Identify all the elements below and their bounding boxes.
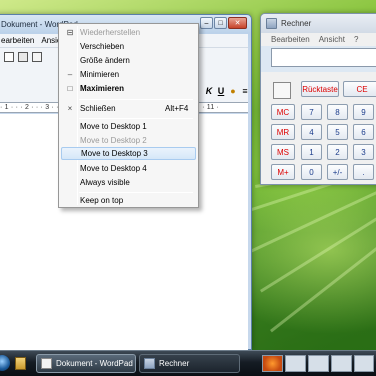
digit-2-button[interactable]: 2 — [327, 144, 348, 160]
menu-item-resize[interactable]: Größe ändern — [61, 54, 196, 67]
menu-help[interactable]: ? — [354, 35, 358, 44]
maximize-button[interactable]: □ — [214, 17, 227, 29]
minimize-icon: – — [67, 70, 73, 79]
taskbar-button-label: Dokument - WordPad — [56, 359, 133, 368]
desktop-thumbnail-2[interactable] — [308, 355, 329, 372]
menu-ansicht[interactable]: Ansicht — [319, 35, 345, 44]
underline-button[interactable]: U — [216, 86, 226, 96]
taskbar-button-label: Rechner — [159, 359, 190, 368]
align-left-icon[interactable]: ≡ — [240, 86, 250, 96]
taskbar: Dokument - WordPad Rechner — [0, 350, 376, 376]
firefox-icon[interactable] — [262, 355, 283, 372]
mplus-button[interactable]: M+ — [271, 164, 295, 180]
mr-button[interactable]: MR — [271, 124, 295, 140]
menu-bearbeiten[interactable]: Bearbeiten — [271, 35, 310, 44]
calculator-icon — [144, 358, 155, 369]
minimize-icon: – — [204, 19, 209, 27]
digit-5-button[interactable]: 5 — [327, 124, 348, 140]
underline-label: U — [217, 86, 225, 96]
digit-3-button[interactable]: 3 — [353, 144, 374, 160]
menu-separator — [79, 99, 193, 100]
calculator-keypad: Rücktaste CE MC 7 8 9 MR 4 5 6 MS 1 2 3 … — [261, 72, 376, 184]
menu-item-label: Keep on top — [80, 196, 124, 205]
digit-4-button[interactable]: 4 — [301, 124, 322, 140]
folder-icon[interactable] — [15, 357, 26, 370]
desktop-thumbnail-1[interactable] — [285, 355, 306, 372]
backspace-button[interactable]: Rücktaste — [301, 81, 339, 97]
print-icon[interactable] — [18, 52, 28, 62]
menu-item-always-visible[interactable]: Always visible — [61, 176, 196, 189]
menu-item-label: Schließen — [80, 104, 116, 113]
maximize-icon: □ — [67, 84, 73, 93]
decimal-button[interactable]: . — [353, 164, 374, 180]
wordpad-caption-buttons: – □ ✕ — [200, 17, 247, 29]
menu-item-label: Move to Desktop 1 — [80, 122, 147, 131]
menu-item-desktop-2[interactable]: Move to Desktop 2 — [61, 134, 196, 147]
calculator-title: Rechner — [281, 19, 312, 28]
menu-item-label: Verschieben — [80, 42, 125, 51]
menu-item-label: Größe ändern — [80, 56, 130, 65]
close-button[interactable]: ✕ — [228, 17, 247, 29]
start-button[interactable] — [0, 355, 10, 371]
italic-button[interactable]: K — [204, 86, 214, 96]
menu-separator — [79, 192, 193, 193]
close-icon: ✕ — [234, 19, 241, 27]
menu-item-label: Always visible — [80, 178, 130, 187]
menu-item-label: Move to Desktop 2 — [80, 136, 147, 145]
menu-item-label: Maximieren — [80, 84, 125, 93]
menu-item-restore[interactable]: ⊟ Wiederherstellen — [61, 26, 196, 39]
menu-item-label: Move to Desktop 4 — [80, 164, 147, 173]
digit-6-button[interactable]: 6 — [353, 124, 374, 140]
taskbar-button-wordpad[interactable]: Dokument - WordPad — [36, 354, 136, 373]
color-icon[interactable]: ● — [228, 86, 238, 96]
minimize-button[interactable]: – — [200, 17, 213, 29]
calculator-icon — [266, 18, 277, 29]
menu-item-shortcut: Alt+F4 — [165, 104, 189, 113]
digit-0-button[interactable]: 0 — [301, 164, 322, 180]
italic-label: K — [205, 86, 213, 96]
calculator-window[interactable]: Rechner Bearbeiten Ansicht ? Rücktaste C… — [260, 13, 376, 185]
menu-item-label: Wiederherstellen — [80, 28, 141, 37]
print-preview-icon[interactable] — [32, 52, 42, 62]
memory-indicator — [273, 82, 291, 99]
menu-item-maximize[interactable]: □ Maximieren — [61, 82, 196, 95]
wordpad-icon — [41, 358, 52, 369]
taskbar-button-rechner[interactable]: Rechner — [139, 354, 240, 373]
desktop-thumbnail-4[interactable] — [354, 355, 374, 372]
menu-item-label: Minimieren — [80, 70, 120, 79]
menu-item-desktop-1[interactable]: Move to Desktop 1 — [61, 120, 196, 133]
menu-item-desktop-3[interactable]: Move to Desktop 3 — [61, 147, 196, 160]
restore-icon: ⊟ — [66, 28, 74, 37]
close-icon: × — [67, 104, 73, 113]
menu-bearbeiten[interactable]: earbeiten — [1, 36, 34, 45]
menu-item-move[interactable]: Verschieben — [61, 40, 196, 53]
window-context-menu: ⊟ Wiederherstellen Verschieben Größe änd… — [58, 23, 199, 208]
digit-8-button[interactable]: 8 — [327, 104, 348, 120]
ce-button[interactable]: CE — [343, 81, 376, 97]
maximize-icon: □ — [218, 19, 223, 27]
desktop-thumbnail-3[interactable] — [331, 355, 352, 372]
save-icon[interactable] — [4, 52, 14, 62]
ms-button[interactable]: MS — [271, 144, 295, 160]
sign-button[interactable]: +/- — [327, 164, 348, 180]
menu-item-keep-on-top[interactable]: Keep on top — [61, 194, 196, 207]
calculator-display — [271, 48, 376, 67]
mc-button[interactable]: MC — [271, 104, 295, 120]
digit-1-button[interactable]: 1 — [301, 144, 322, 160]
menu-item-minimize[interactable]: – Minimieren — [61, 68, 196, 81]
menu-item-desktop-4[interactable]: Move to Desktop 4 — [61, 162, 196, 175]
menu-item-close[interactable]: × Schließen Alt+F4 — [61, 102, 196, 115]
digit-9-button[interactable]: 9 — [353, 104, 374, 120]
menu-item-label: Move to Desktop 3 — [81, 149, 148, 158]
digit-7-button[interactable]: 7 — [301, 104, 322, 120]
menu-separator — [79, 118, 193, 119]
calculator-titlebar[interactable]: Rechner — [261, 14, 376, 33]
calculator-menubar: Bearbeiten Ansicht ? — [261, 33, 376, 46]
